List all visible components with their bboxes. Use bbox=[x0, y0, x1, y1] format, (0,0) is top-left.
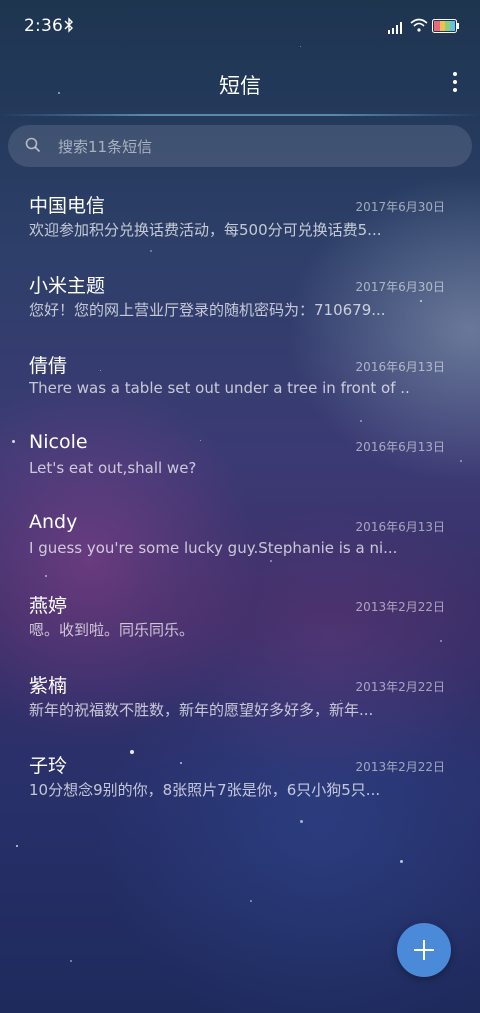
message-date: 2013年2月22日 bbox=[355, 760, 445, 774]
app-header: 短信 bbox=[0, 54, 480, 116]
search-icon bbox=[25, 137, 41, 157]
message-date: 2017年6月30日 bbox=[355, 280, 445, 294]
message-preview: 10分想念9别的你，8张照片7张是你，6只小狗5只... bbox=[29, 781, 381, 799]
message-preview: I guess you're some lucky guy.Stephanie … bbox=[29, 539, 398, 557]
message-list: 中国电信 2017年6月30日 欢迎参加积分兑换话费活动，每500分可兑换话费5… bbox=[0, 181, 480, 821]
contact-name: Nicole bbox=[29, 431, 88, 453]
status-time: 2:36 bbox=[24, 16, 63, 36]
contact-name: 倩倩 bbox=[29, 355, 68, 377]
message-item[interactable]: Nicole 2016年6月13日 Let's eat out,shall we… bbox=[0, 421, 480, 501]
message-preview: 欢迎参加积分兑换话费活动，每500分可兑换话费5... bbox=[29, 221, 382, 239]
contact-name: Andy bbox=[29, 511, 78, 533]
header-divider bbox=[0, 114, 480, 116]
message-preview: Let's eat out,shall we? bbox=[29, 459, 197, 477]
signal-icon bbox=[388, 19, 404, 38]
search-input[interactable]: 搜索11条短信 bbox=[8, 125, 472, 167]
battery-icon bbox=[432, 18, 460, 37]
message-date: 2016年6月13日 bbox=[355, 440, 445, 454]
wifi-icon bbox=[410, 17, 428, 36]
message-date: 2017年6月30日 bbox=[355, 200, 445, 214]
message-date: 2016年6月13日 bbox=[355, 360, 445, 374]
message-date: 2016年6月13日 bbox=[355, 520, 445, 534]
message-preview: There was a table set out under a tree i… bbox=[29, 379, 409, 397]
contact-name: 燕婷 bbox=[29, 595, 68, 617]
message-item[interactable]: 倩倩 2016年6月13日 There was a table set out … bbox=[0, 341, 480, 421]
search-placeholder: 搜索11条短信 bbox=[58, 138, 153, 156]
message-date: 2013年2月22日 bbox=[355, 600, 445, 614]
message-preview: 新年的祝福数不胜数，新年的愿望好多好多，新年... bbox=[29, 701, 374, 719]
message-item[interactable]: 紫楠 2013年2月22日 新年的祝福数不胜数，新年的愿望好多好多，新年... bbox=[0, 661, 480, 741]
message-preview: 您好！您的网上营业厅登录的随机密码为：710679... bbox=[29, 301, 386, 319]
contact-name: 子玲 bbox=[29, 755, 68, 777]
message-date: 2013年2月22日 bbox=[355, 680, 445, 694]
more-vertical-icon bbox=[453, 72, 457, 76]
message-item[interactable]: 中国电信 2017年6月30日 欢迎参加积分兑换话费活动，每500分可兑换话费5… bbox=[0, 181, 480, 261]
page-title: 短信 bbox=[219, 74, 261, 98]
contact-name: 小米主题 bbox=[29, 275, 106, 297]
contact-name: 中国电信 bbox=[29, 195, 106, 217]
message-preview: 嗯。收到啦。同乐同乐。 bbox=[29, 621, 195, 639]
message-item[interactable]: 子玲 2013年2月22日 10分想念9别的你，8张照片7张是你，6只小狗5只.… bbox=[0, 741, 480, 821]
message-item[interactable]: 燕婷 2013年2月22日 嗯。收到啦。同乐同乐。 bbox=[0, 581, 480, 661]
message-item[interactable]: 小米主题 2017年6月30日 您好！您的网上营业厅登录的随机密码为：71067… bbox=[0, 261, 480, 341]
bluetooth-icon bbox=[64, 17, 74, 37]
message-item[interactable]: Andy 2016年6月13日 I guess you're some luck… bbox=[0, 501, 480, 581]
more-options-button[interactable] bbox=[450, 72, 460, 96]
status-bar: 2:36 bbox=[0, 0, 480, 54]
contact-name: 紫楠 bbox=[29, 675, 68, 697]
compose-message-button[interactable] bbox=[397, 923, 451, 977]
